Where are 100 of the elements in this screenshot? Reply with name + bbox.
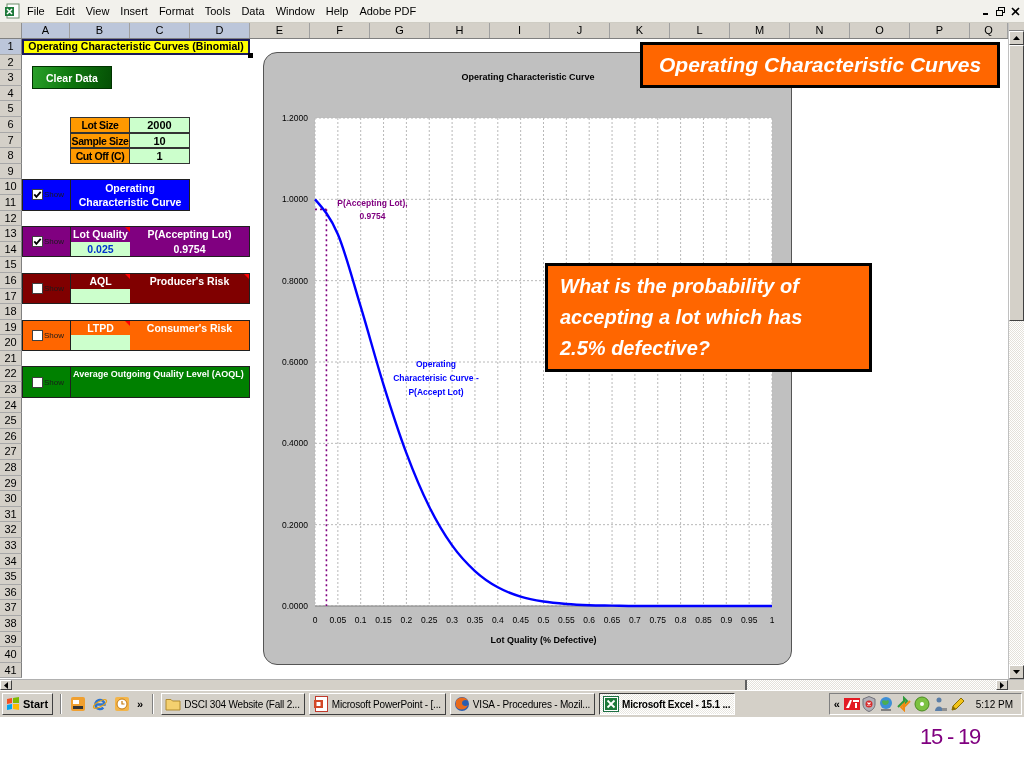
fill-handle[interactable] bbox=[248, 52, 253, 58]
column-header[interactable]: B bbox=[70, 23, 130, 38]
x-tick-label: 0.5 bbox=[537, 615, 550, 625]
show-label: Show bbox=[44, 330, 64, 340]
checkbox[interactable] bbox=[32, 236, 43, 248]
row-header[interactable]: 35 bbox=[0, 569, 22, 585]
input-field[interactable] bbox=[70, 335, 130, 350]
more-button[interactable]: » bbox=[135, 698, 146, 710]
letter-e-icon[interactable] bbox=[92, 696, 109, 712]
x-tick-label: 0.45 bbox=[512, 615, 529, 625]
input-field[interactable]: 0.025 bbox=[70, 241, 130, 257]
title-cell[interactable]: Operating Characteristic Curves (Binomial) bbox=[22, 39, 250, 55]
row-header[interactable]: 20 bbox=[0, 335, 22, 351]
x-tick-label: 0.05 bbox=[329, 615, 347, 625]
menu-item[interactable]: Help bbox=[325, 5, 349, 17]
taskbar-button[interactable]: Microsoft Excel - 15.1 ... bbox=[599, 693, 736, 715]
menu-item[interactable]: View bbox=[85, 5, 110, 17]
x-tick-label: 0.4 bbox=[491, 615, 504, 625]
restore-icon[interactable] bbox=[996, 6, 1005, 16]
arrow-down-icon bbox=[1013, 670, 1020, 674]
x-tick-label: 0.1 bbox=[354, 615, 367, 625]
result-label: Producer's Risk bbox=[148, 273, 231, 289]
show-label: Show bbox=[44, 190, 64, 200]
menu-item[interactable]: Window bbox=[275, 5, 315, 17]
arrow-up-icon bbox=[1013, 36, 1020, 40]
input-label: Cut Off (C) bbox=[70, 148, 130, 164]
input-field[interactable] bbox=[70, 288, 130, 304]
row-header[interactable]: 3 bbox=[0, 70, 22, 86]
input-cell[interactable]: 1 bbox=[130, 148, 190, 164]
menu-item[interactable]: Data bbox=[241, 5, 265, 17]
disc-icon[interactable] bbox=[913, 696, 930, 712]
taskbar-button[interactable]: VISA - Procedures - Mozil... bbox=[449, 693, 596, 715]
x-tick-label: 0.65 bbox=[603, 615, 621, 625]
close-icon[interactable] bbox=[1011, 6, 1020, 16]
scroll-right-button[interactable] bbox=[996, 680, 1008, 690]
x-tick-label: 0.35 bbox=[466, 615, 484, 625]
row-header[interactable]: 28 bbox=[0, 460, 22, 476]
row-header[interactable]: 10 bbox=[0, 179, 22, 195]
column-header[interactable]: A bbox=[22, 23, 70, 38]
chart-title: Operating Characteristic Curve bbox=[461, 72, 595, 82]
taskbar-button[interactable]: DSCI 304 Website (Fall 2... bbox=[161, 693, 305, 715]
row-header[interactable]: 15 bbox=[0, 257, 22, 273]
taskbar-button[interactable]: Microsoft PowerPoint - [... bbox=[308, 693, 446, 715]
row-header[interactable]: 33 bbox=[0, 538, 22, 554]
row-header[interactable]: 27 bbox=[0, 444, 22, 461]
checkbox[interactable] bbox=[32, 189, 43, 201]
scroll-up-button[interactable] bbox=[1009, 31, 1024, 45]
row-header[interactable]: 8 bbox=[0, 148, 22, 164]
checkbox[interactable] bbox=[32, 283, 43, 294]
row-header[interactable]: 22 bbox=[0, 366, 22, 383]
vertical-scrollbar[interactable] bbox=[1008, 23, 1024, 679]
row-header[interactable]: 30 bbox=[0, 491, 22, 507]
globe-icon bbox=[453, 696, 470, 712]
globe-icon[interactable] bbox=[877, 696, 894, 712]
tray-expand-button[interactable]: « bbox=[833, 698, 840, 710]
spreadsheet-icon[interactable] bbox=[4, 3, 20, 19]
arrow-left-icon bbox=[4, 681, 8, 689]
x-tick-label: 0.15 bbox=[375, 615, 392, 625]
pencil-icon[interactable] bbox=[949, 696, 966, 712]
column-header[interactable]: D bbox=[190, 23, 250, 38]
checkbox[interactable] bbox=[32, 329, 43, 341]
column-header[interactable]: C bbox=[130, 23, 190, 38]
row-header[interactable]: 1 bbox=[0, 39, 22, 55]
scroll-left-button[interactable] bbox=[0, 680, 12, 690]
menu-item[interactable]: Insert bbox=[120, 5, 148, 17]
horizontal-scrollbar[interactable] bbox=[747, 680, 996, 690]
logo-badge-icon[interactable] bbox=[843, 697, 860, 711]
row-header[interactable]: 32 bbox=[0, 522, 22, 538]
x-tick-label: 0.6 bbox=[583, 615, 596, 625]
x-tick-label: 1 bbox=[769, 615, 775, 625]
x-tick-label: 0.7 bbox=[629, 615, 641, 625]
x-tick-label: 0.2 bbox=[400, 615, 413, 625]
show-label: Show bbox=[44, 377, 64, 387]
row-header[interactable]: 5 bbox=[0, 101, 22, 117]
menu-item[interactable]: Edit bbox=[55, 5, 75, 17]
shield-icon[interactable] bbox=[861, 696, 876, 712]
arrow-right-icon bbox=[1000, 681, 1004, 689]
row-header[interactable]: 23 bbox=[0, 382, 22, 398]
start-button[interactable]: Start bbox=[2, 693, 54, 715]
row-header[interactable]: 13 bbox=[0, 226, 22, 242]
x-tick-label: 0.55 bbox=[558, 615, 575, 625]
menu-item[interactable]: Format bbox=[158, 5, 194, 17]
menu-item[interactable]: Adobe PDF bbox=[359, 5, 417, 17]
menu-item[interactable]: File bbox=[27, 5, 45, 17]
clock-icon[interactable] bbox=[114, 696, 131, 712]
menu-item[interactable]: Tools bbox=[204, 5, 231, 17]
row-header[interactable]: 25 bbox=[0, 413, 22, 429]
row-header[interactable]: 18 bbox=[0, 304, 22, 320]
row-header[interactable]: 40 bbox=[0, 647, 22, 663]
x-tick-label: 0.75 bbox=[649, 615, 666, 625]
x-axis-title: Lot Quality (% Defective) bbox=[490, 635, 597, 645]
scroll-down-button[interactable] bbox=[1009, 665, 1024, 679]
split-handle[interactable] bbox=[1009, 23, 1024, 31]
scrollbar-thumb[interactable] bbox=[1009, 45, 1024, 321]
clear-data-button[interactable]: Clear Data bbox=[32, 66, 112, 90]
row-header[interactable]: 37 bbox=[0, 600, 22, 616]
y-tick-label: 0.2000 bbox=[282, 519, 308, 530]
input-cell[interactable]: 2000 bbox=[130, 116, 190, 133]
app-icon[interactable] bbox=[70, 696, 87, 712]
checkbox[interactable] bbox=[32, 376, 43, 388]
